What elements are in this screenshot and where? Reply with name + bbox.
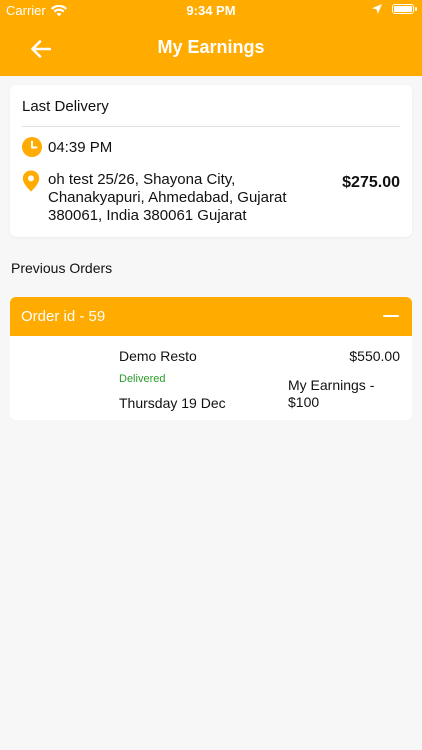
- minus-icon[interactable]: [383, 315, 399, 317]
- order-header[interactable]: Order id - 59: [10, 297, 412, 336]
- app-header: Carrier 9:34 PM My Earnings: [0, 0, 422, 76]
- battery-level: [394, 6, 412, 12]
- delivery-address: oh test 25/26, Shayona City, Chanakyapur…: [48, 171, 287, 224]
- order-id: Order id - 59: [21, 308, 106, 325]
- order-earnings: My Earnings - $100: [288, 377, 375, 410]
- delivery-amount: $275.00: [342, 174, 400, 191]
- last-delivery-card: Last Delivery 04:39 PM oh test 25/26, Sh…: [10, 85, 412, 237]
- previous-orders-title: Previous Orders: [11, 260, 113, 276]
- delivery-time: 04:39 PM: [48, 139, 113, 156]
- order-total: $550.00: [349, 348, 400, 364]
- last-delivery-title: Last Delivery: [22, 98, 109, 115]
- nav-bar: My Earnings: [0, 22, 422, 76]
- order-date: Thursday 19 Dec: [119, 395, 226, 411]
- status-bar: Carrier 9:34 PM: [0, 0, 422, 22]
- divider: [22, 126, 400, 127]
- battery-icon: [392, 4, 417, 14]
- order-details: Demo Resto Delivered Thursday 19 Dec $55…: [10, 336, 412, 420]
- status-right-icons: [372, 4, 417, 14]
- clock-icon: [22, 137, 42, 157]
- location-arrow-icon: [372, 4, 382, 14]
- status-badge: Delivered: [119, 373, 166, 385]
- restaurant-name: Demo Resto: [119, 348, 197, 364]
- page-title: My Earnings: [157, 37, 265, 57]
- status-time: 9:34 PM: [186, 3, 236, 18]
- location-pin-icon: [22, 170, 40, 192]
